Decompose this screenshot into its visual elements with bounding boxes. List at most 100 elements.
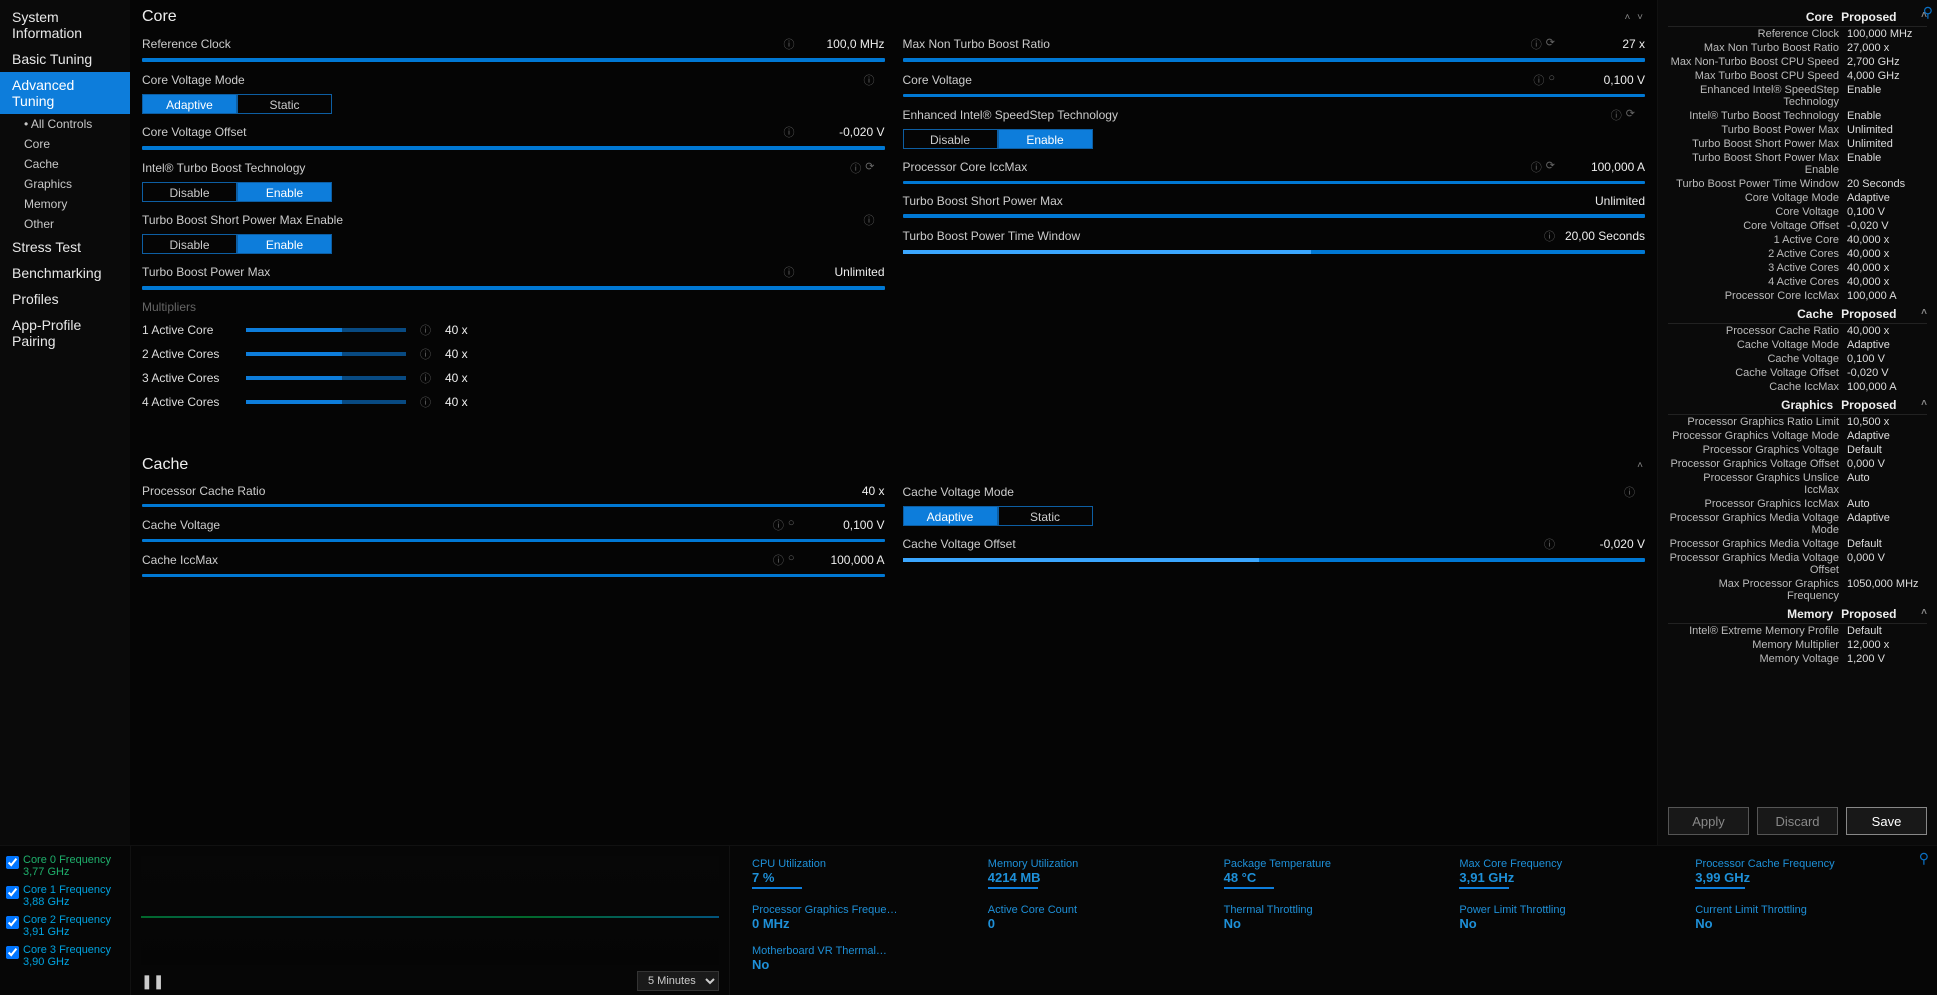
info-icon[interactable]: ⓘ [850,160,861,176]
nav-cache[interactable]: Cache [0,154,130,174]
collapse-core-icon[interactable]: ˄ ˅ [1625,12,1645,23]
nav-memory[interactable]: Memory [0,194,130,214]
info-icon[interactable]: ⓘ [1544,536,1555,552]
nav-advanced-tuning[interactable]: Advanced Tuning [0,72,130,114]
slider-cache-voltage[interactable] [142,539,885,542]
magnify-icon[interactable]: ⚲ [1923,4,1933,21]
toggle-adaptive[interactable]: Adaptive [142,94,237,114]
core2-checkbox[interactable]: Core 2 Frequency3,91 GHz [6,914,124,938]
info-icon[interactable]: ⓘ [1624,484,1635,500]
apply-button[interactable]: Apply [1668,807,1749,835]
value-cache-iccmax[interactable]: 100,000 A [805,553,885,567]
info-icon[interactable]: ⓘ [784,36,795,52]
toggle-enable[interactable]: Enable [237,182,332,202]
restart-icon[interactable]: ⟳ [865,160,874,176]
info-icon[interactable]: ⓘ [1531,36,1542,52]
info-icon[interactable]: ⓘ [420,346,431,362]
slider-max-non-turbo[interactable] [903,58,1646,62]
value-cache-ratio[interactable]: 40 x [805,484,885,498]
slider-tbpm[interactable] [142,286,885,290]
value-2-cores[interactable]: 40 x [445,347,495,361]
info-icon[interactable]: ⓘ [420,394,431,410]
nav-system-information[interactable]: System Information [0,4,130,46]
time-range-select[interactable]: 5 Minutes [637,971,719,991]
info-icon[interactable]: ⓘ [773,552,784,568]
info-icon[interactable]: ⓘ [1533,72,1544,88]
slider-core-voltage[interactable] [903,94,1646,97]
core1-checkbox[interactable]: Core 1 Frequency3,88 GHz [6,884,124,908]
nav-profiles[interactable]: Profiles [0,286,130,312]
info-icon[interactable]: ⓘ [420,370,431,386]
nav-core[interactable]: Core [0,134,130,154]
pause-button[interactable]: ❚❚ [141,973,164,990]
toggle-eist[interactable]: Disable Enable [903,129,1646,149]
nav-all-controls[interactable]: All Controls [0,114,130,134]
slider-1-core[interactable] [246,328,406,332]
value-4-cores[interactable]: 40 x [445,395,495,409]
info-icon[interactable]: ⓘ [1611,107,1622,123]
slider-cache-iccmax[interactable] [142,574,885,577]
warning-icon[interactable]: ○ [1548,72,1555,88]
info-icon[interactable]: ⓘ [864,212,875,228]
slider-cache-voltage-offset[interactable] [903,558,1646,562]
value-max-non-turbo-ratio[interactable]: 27 x [1565,37,1645,51]
value-3-cores[interactable]: 40 x [445,371,495,385]
slider-core-voltage-offset[interactable] [142,146,885,150]
toggle-enable[interactable]: Enable [998,129,1093,149]
slider-4-cores[interactable] [246,400,406,404]
warning-icon[interactable]: ○ [788,517,795,533]
toggle-adaptive[interactable]: Adaptive [903,506,998,526]
nav-graphics[interactable]: Graphics [0,174,130,194]
info-icon[interactable]: ⓘ [1544,228,1555,244]
value-1-core[interactable]: 40 x [445,323,495,337]
discard-button[interactable]: Discard [1757,807,1838,835]
slider-3-cores[interactable] [246,376,406,380]
value-core-voltage-offset[interactable]: -0,020 V [805,125,885,139]
nav-other[interactable]: Other [0,214,130,234]
warning-icon[interactable]: ○ [788,552,795,568]
info-icon[interactable]: ⓘ [784,124,795,140]
info-icon[interactable]: ⓘ [773,517,784,533]
collapse-cache-icon[interactable]: ˄ [1637,460,1645,471]
info-icon[interactable]: ⓘ [784,264,795,280]
toggle-static[interactable]: Static [237,94,332,114]
value-core-voltage[interactable]: 0,100 V [1565,73,1645,87]
toggle-disable[interactable]: Disable [142,234,237,254]
slider-tbspm[interactable] [903,214,1646,218]
value-iccmax[interactable]: 100,000 A [1565,160,1645,174]
restart-icon[interactable]: ⟳ [1546,36,1555,52]
info-icon[interactable]: ⓘ [1531,159,1542,175]
toggle-turbo-boost[interactable]: Disable Enable [142,182,885,202]
slider-tbptw[interactable] [903,250,1646,254]
nav-basic-tuning[interactable]: Basic Tuning [0,46,130,72]
magnify-icon[interactable]: ⚲ [1919,850,1929,867]
value-tbpm[interactable]: Unlimited [805,265,885,279]
toggle-cache-voltage-mode[interactable]: Adaptive Static [903,506,1646,526]
restart-icon[interactable]: ⟳ [1546,159,1555,175]
toggle-disable[interactable]: Disable [142,182,237,202]
slider-2-cores[interactable] [246,352,406,356]
value-reference-clock[interactable]: 100,0 MHz [805,37,885,51]
value-tbspm[interactable]: Unlimited [1565,194,1645,208]
nav-stress-test[interactable]: Stress Test [0,234,130,260]
core3-checkbox[interactable]: Core 3 Frequency3,90 GHz [6,944,124,968]
restart-icon[interactable]: ⟳ [1626,107,1635,123]
toggle-disable[interactable]: Disable [903,129,998,149]
label-cache-iccmax: Cache IccMax [142,553,773,567]
value-cache-voltage[interactable]: 0,100 V [805,518,885,532]
value-tbptw[interactable]: 20,00 Seconds [1565,229,1645,243]
info-icon[interactable]: ⓘ [864,72,875,88]
slider-iccmax[interactable] [903,181,1646,184]
toggle-enable[interactable]: Enable [237,234,332,254]
slider-cache-ratio[interactable] [142,504,885,507]
core0-checkbox[interactable]: Core 0 Frequency3,77 GHz [6,854,124,878]
toggle-static[interactable]: Static [998,506,1093,526]
value-cache-voltage-offset[interactable]: -0,020 V [1565,537,1645,551]
info-icon[interactable]: ⓘ [420,322,431,338]
toggle-tbspme[interactable]: Disable Enable [142,234,885,254]
save-button[interactable]: Save [1846,807,1927,835]
nav-benchmarking[interactable]: Benchmarking [0,260,130,286]
toggle-core-voltage-mode[interactable]: Adaptive Static [142,94,885,114]
nav-app-profile-pairing[interactable]: App-Profile Pairing [0,312,130,354]
slider-reference-clock[interactable] [142,58,885,62]
